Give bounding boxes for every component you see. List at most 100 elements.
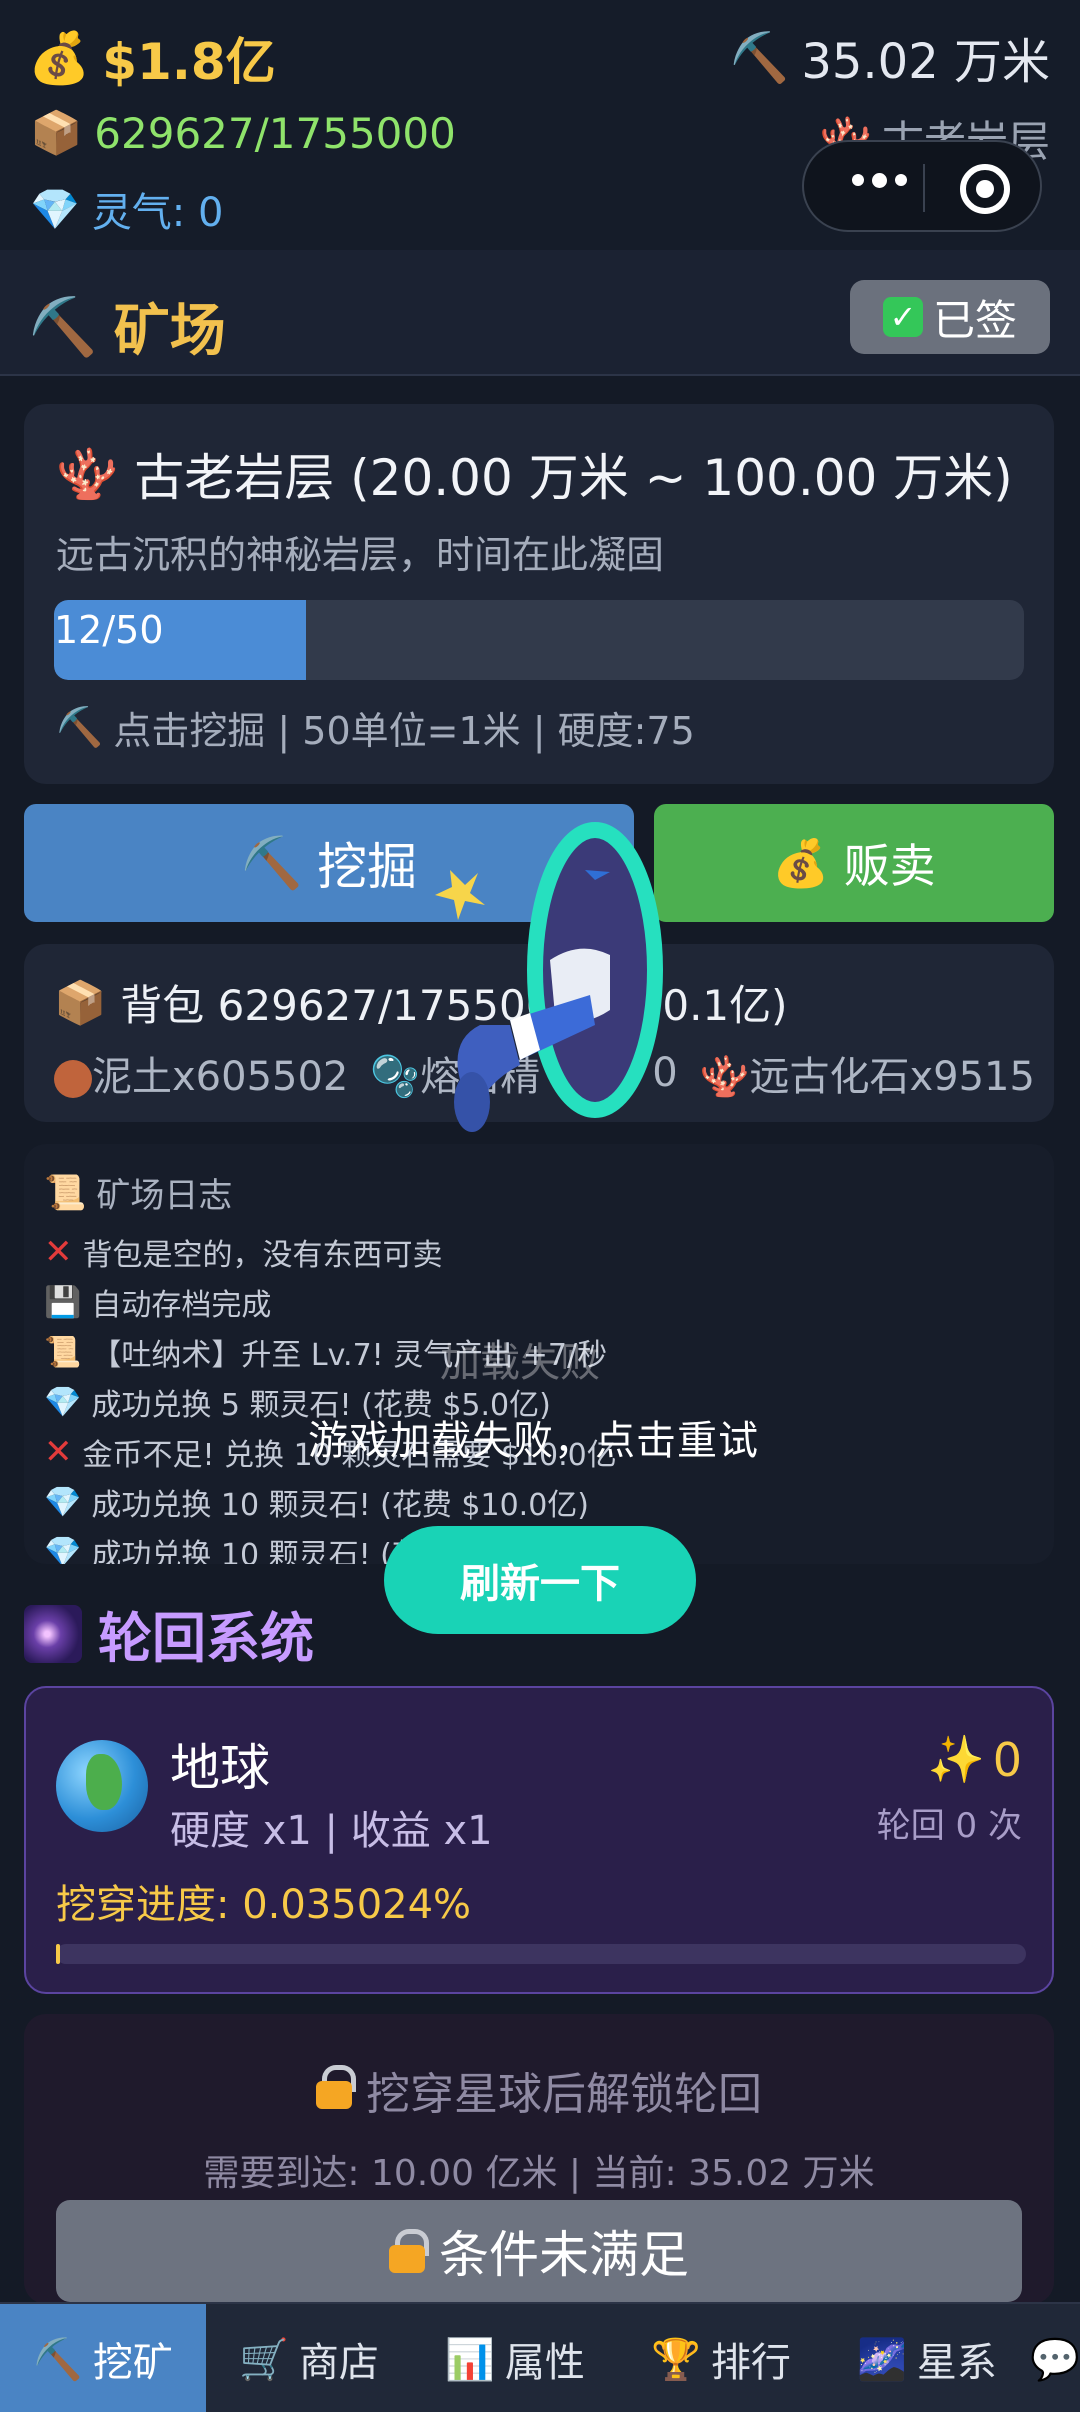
qi-display: 💎 灵气: 0 [30, 180, 223, 238]
log-text: 成功兑换 10 颗灵石! (花费 $10.0亿) [91, 1488, 589, 1523]
signin-button[interactable]: ✓ 已签 [850, 280, 1050, 354]
diamond-icon: 💎 [44, 1384, 82, 1420]
scroll-icon: 📜 [44, 1172, 87, 1213]
signin-label: 已签 [932, 295, 1017, 345]
bottom-nav: ⛏️ 挖矿 🛒 商店 📊 属性 🏆 排行 🌌 星系 💬 [0, 2302, 1080, 2412]
locked-title-text: 挖穿星球后解锁轮回 [366, 2069, 762, 2120]
planet-card: 地球 硬度 x1 | 收益 x1 ✨ 0 轮回 0 次 挖穿进度: 0.0350… [24, 1686, 1054, 1994]
page-header: ⛏️ 矿场 ✓ 已签 [0, 250, 1080, 376]
sell-label: 贩卖 [843, 839, 936, 893]
dig-progress-bar: 12/50 [54, 600, 1024, 680]
locked-requirement: 需要到达: 10.00 亿米 | 当前: 35.02 万米 [203, 2153, 875, 2194]
pickaxe-icon: ⛏️ [33, 2336, 83, 2383]
nav-item-mine[interactable]: ⛏️ 挖矿 [0, 2304, 206, 2412]
rebirth-title-text: 轮回系统 [98, 1607, 314, 1670]
log-title: 📜 矿场日志 [44, 1168, 232, 1217]
nav-item-shop[interactable]: 🛒 商店 [206, 2304, 412, 2412]
close-target-icon[interactable] [960, 164, 1010, 214]
rebirth-count: 轮回 0 次 [876, 1806, 1022, 1846]
log-title-text: 矿场日志 [96, 1176, 233, 1216]
dig-progress-text: 12/50 [54, 608, 164, 652]
lock-icon [389, 2229, 429, 2273]
refresh-button[interactable]: 刷新一下 [384, 1526, 696, 1634]
nav-label: 商店 [298, 2340, 379, 2386]
layer-card: 🪸 古老岩层 (20.00 万米 ~ 100.00 万米) 远古沉积的神秘岩层，… [24, 404, 1054, 784]
nav-item-ranking[interactable]: 🏆 排行 [618, 2304, 824, 2412]
bag-count-display: 📦 629627/1755000 [30, 108, 456, 158]
earth-icon [56, 1740, 148, 1832]
diamond-icon: 💎 [44, 1484, 82, 1520]
package-icon: 📦 [54, 977, 107, 1027]
diamond-icon: 💎 [30, 186, 80, 233]
nav-item-more[interactable]: 💬 [1030, 2304, 1080, 2412]
planet-name: 地球 [170, 1739, 270, 1797]
list-item: 🪸远古化石x9515 [700, 1044, 1035, 1102]
pickaxe-icon: ⛏️ [56, 705, 104, 749]
nav-label: 属性 [504, 2340, 585, 2386]
depth-display: ⛏️ 35.02 万米 [730, 22, 1050, 92]
bag-count-value: 629627/1755000 [94, 108, 456, 158]
layer-title: 🪸 古老岩层 (20.00 万米 ~ 100.00 万米) [56, 438, 1013, 510]
dirt-icon [54, 1060, 92, 1098]
pickaxe-icon: ⛏️ [729, 29, 790, 86]
cart-icon: 🛒 [239, 2336, 289, 2383]
sparkles-icon: ✨ [927, 1732, 985, 1786]
layer-description: 远古沉积的神秘岩层，时间在此凝固 [56, 533, 665, 577]
galaxy-icon: 🌌 [857, 2336, 907, 2383]
qi-value: 灵气: 0 [91, 190, 224, 236]
log-text: 背包是空的，没有东西可卖 [82, 1238, 443, 1273]
more-menu-icon[interactable] [852, 173, 907, 188]
rebirth-section-title: 轮回系统 [24, 1594, 314, 1673]
checkmark-icon: ✓ [882, 297, 923, 337]
speech-bubble-icon: 💬 [1030, 2336, 1080, 2383]
page-title-text: 矿场 [113, 299, 226, 364]
locked-title: 挖穿星球后解锁轮回 [24, 2058, 1054, 2122]
money-value: $1.8亿 [102, 33, 276, 91]
condition-unmet-button[interactable]: 条件未满足 [56, 2200, 1022, 2302]
sell-button[interactable]: 💰 贩卖 [654, 804, 1054, 922]
log-line: 💾 自动存档完成 [44, 1280, 271, 1324]
money-bag-icon: 💰 [28, 28, 91, 87]
scroll-icon: 📜 [44, 1334, 82, 1370]
trophy-icon: 🏆 [651, 2336, 701, 2383]
sparkle-value: 0 [992, 1732, 1022, 1787]
coral-icon: 🪸 [699, 1054, 750, 1100]
pickaxe-icon: ⛏️ [28, 294, 98, 360]
pickaxe-icon: ⛏️ [240, 833, 304, 892]
page-title: ⛏️ 矿场 [28, 286, 226, 367]
list-item: 泥土x605502 [54, 1044, 348, 1102]
layer-title-text: 古老岩层 (20.00 万米 ~ 100.00 万米) [134, 449, 1013, 507]
unmet-label: 条件未满足 [439, 2226, 689, 2284]
diamond-icon: 💎 [44, 1534, 82, 1565]
sparkle-count: ✨ 0 [927, 1732, 1022, 1787]
item-label: 远古化石x9515 [749, 1054, 1035, 1100]
capsule-divider [923, 164, 925, 212]
pierce-progress-fill [56, 1944, 60, 1964]
load-failure-message[interactable]: 游戏加载失败，点击重试 [308, 1408, 759, 1466]
lock-icon [316, 2065, 356, 2109]
pierce-progress-bar [56, 1944, 1026, 1964]
item-label: 泥土x605502 [92, 1054, 349, 1100]
chart-icon: 📊 [445, 2336, 495, 2383]
pierce-progress-text: 挖穿进度: 0.035024% [56, 1882, 472, 1928]
log-text: 自动存档完成 [91, 1288, 272, 1323]
load-failure-ghost-text: 加载失败 [440, 1340, 600, 1386]
load-failure-illustration [435, 822, 663, 1132]
layer-info-text: 点击挖掘 | 50单位=1米 | 硬度:75 [113, 709, 695, 753]
nav-label: 挖矿 [92, 2340, 173, 2386]
money-bag-icon: 💰 [772, 835, 830, 890]
nav-label: 排行 [710, 2340, 791, 2386]
money-display: 💰 $1.8亿 [28, 22, 276, 94]
package-icon: 📦 [30, 108, 83, 157]
floppy-disk-icon: 💾 [44, 1284, 82, 1320]
nav-label: 星系 [916, 2340, 997, 2386]
coral-icon: 🪸 [56, 444, 119, 503]
nav-item-galaxy[interactable]: 🌌 星系 [824, 2304, 1030, 2412]
cross-icon: ✕ [44, 1232, 73, 1272]
nav-item-attributes[interactable]: 📊 属性 [412, 2304, 618, 2412]
miniprogram-capsule [802, 140, 1042, 232]
log-line: 💎 成功兑换 10 颗灵石! (花费 $10.0亿) [44, 1480, 589, 1524]
galaxy-icon [24, 1604, 82, 1663]
rebirth-locked-card: 挖穿星球后解锁轮回 需要到达: 10.00 亿米 | 当前: 35.02 万米 … [24, 2014, 1054, 2304]
planet-stats: 硬度 x1 | 收益 x1 [170, 1808, 493, 1854]
